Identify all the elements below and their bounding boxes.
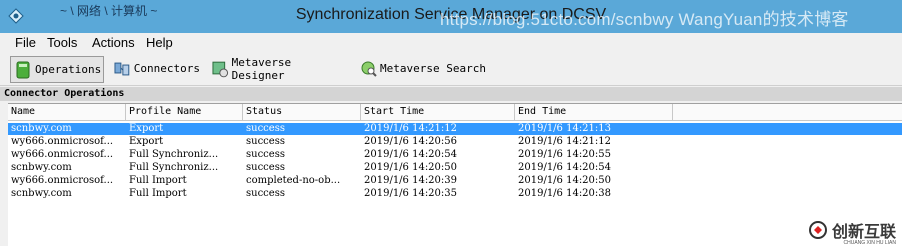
cell-name: wy666.onmicrosof...: [11, 136, 114, 147]
cell-name: scnbwy.com: [11, 188, 72, 199]
menu-tools[interactable]: Tools: [47, 35, 77, 50]
grid-header: Name Profile Name Status Start Time End …: [8, 104, 902, 121]
section-title: Connector Operations: [0, 87, 902, 101]
cell-name: scnbwy.com: [11, 123, 72, 134]
cell-profile: Export: [129, 123, 164, 134]
cell-start-time: 2019/1/6 14:20:39: [364, 175, 458, 186]
cell-status: success: [246, 162, 285, 173]
brand-logo: 创新互联: [808, 218, 896, 242]
cell-end-time: 2019/1/6 14:20:38: [518, 188, 612, 199]
cell-name: wy666.onmicrosof...: [11, 149, 114, 160]
cell-start-time: 2019/1/6 14:20:35: [364, 188, 458, 199]
table-row[interactable]: scnbwy.com Full Synchroniz... success 20…: [8, 162, 902, 174]
operations-label: Operations: [35, 63, 102, 76]
cell-start-time: 2019/1/6 14:20:56: [364, 136, 458, 147]
watermark-text: https://blog.51cto.com/scnbwy WangYuan的技…: [440, 10, 849, 29]
cell-profile: Full Synchroniz...: [129, 149, 219, 160]
table-row[interactable]: scnbwy.com Full Import success 2019/1/6 …: [8, 188, 902, 200]
table-row[interactable]: wy666.onmicrosof... Export success 2019/…: [8, 136, 902, 148]
operations-button[interactable]: Operations: [10, 56, 104, 83]
column-header-status[interactable]: Status: [243, 104, 361, 120]
table-row[interactable]: scnbwy.com Export success 2019/1/6 14:21…: [8, 123, 902, 135]
cell-status: success: [246, 136, 285, 147]
brand-text: 创新互联: [831, 224, 896, 241]
cell-status: success: [246, 123, 285, 134]
cell-start-time: 2019/1/6 14:20:50: [364, 162, 458, 173]
operations-grid[interactable]: Name Profile Name Status Start Time End …: [8, 103, 902, 246]
cell-start-time: 2019/1/6 14:21:12: [364, 123, 458, 134]
cell-end-time: 2019/1/6 14:20:50: [518, 175, 612, 186]
metaverse-designer-label: Metaverse Designer: [231, 55, 292, 82]
cell-name: wy666.onmicrosof...: [11, 175, 114, 186]
connectors-label: Connectors: [133, 62, 200, 75]
cell-status: success: [246, 149, 285, 160]
metaverse-designer-button[interactable]: Metaverse Designer: [208, 55, 348, 82]
column-header-profile[interactable]: Profile Name: [126, 104, 243, 120]
cell-profile: Export: [129, 136, 164, 147]
metaverse-search-label: Metaverse Search: [380, 62, 486, 75]
menu-bar: File Tools Actions Help: [0, 33, 902, 53]
toolbar: Operations Connectors Metaverse Designer…: [0, 53, 902, 86]
metaverse-search-button[interactable]: Metaverse Search: [356, 56, 486, 81]
column-header-start-time[interactable]: Start Time: [361, 104, 515, 120]
brand-logo-icon: [808, 221, 827, 239]
cell-profile: Full Import: [129, 188, 187, 199]
menu-file[interactable]: File: [15, 35, 36, 50]
cell-profile: Full Import: [129, 175, 187, 186]
connectors-icon: [114, 62, 130, 75]
cell-end-time: 2019/1/6 14:20:54: [518, 162, 612, 173]
operations-icon: [16, 61, 30, 78]
menu-help[interactable]: Help: [146, 35, 173, 50]
menu-actions[interactable]: Actions: [92, 35, 135, 50]
cell-profile: Full Synchroniz...: [129, 162, 219, 173]
cell-name: scnbwy.com: [11, 162, 72, 173]
cell-end-time: 2019/1/6 14:20:55: [518, 149, 612, 160]
metaverse-designer-icon: [212, 61, 229, 77]
column-header-end-time[interactable]: End Time: [515, 104, 673, 120]
metaverse-search-icon: [361, 61, 377, 77]
connectors-button[interactable]: Connectors: [110, 56, 200, 81]
table-row[interactable]: wy666.onmicrosof... Full Import complete…: [8, 175, 902, 187]
cell-end-time: 2019/1/6 14:21:12: [518, 136, 612, 147]
cell-start-time: 2019/1/6 14:20:54: [364, 149, 458, 160]
brand-subtext: CHUANG XIN HU LIAN: [843, 240, 896, 246]
cell-end-time: 2019/1/6 14:21:13: [518, 123, 612, 134]
cell-status: success: [246, 188, 285, 199]
cell-status: completed-no-ob...: [246, 175, 341, 186]
column-header-name[interactable]: Name: [8, 104, 126, 120]
table-row[interactable]: wy666.onmicrosof... Full Synchroniz... s…: [8, 149, 902, 161]
title-bar: ~ \ 网络 \ 计算机 ~ Synchronization Service M…: [0, 0, 902, 33]
